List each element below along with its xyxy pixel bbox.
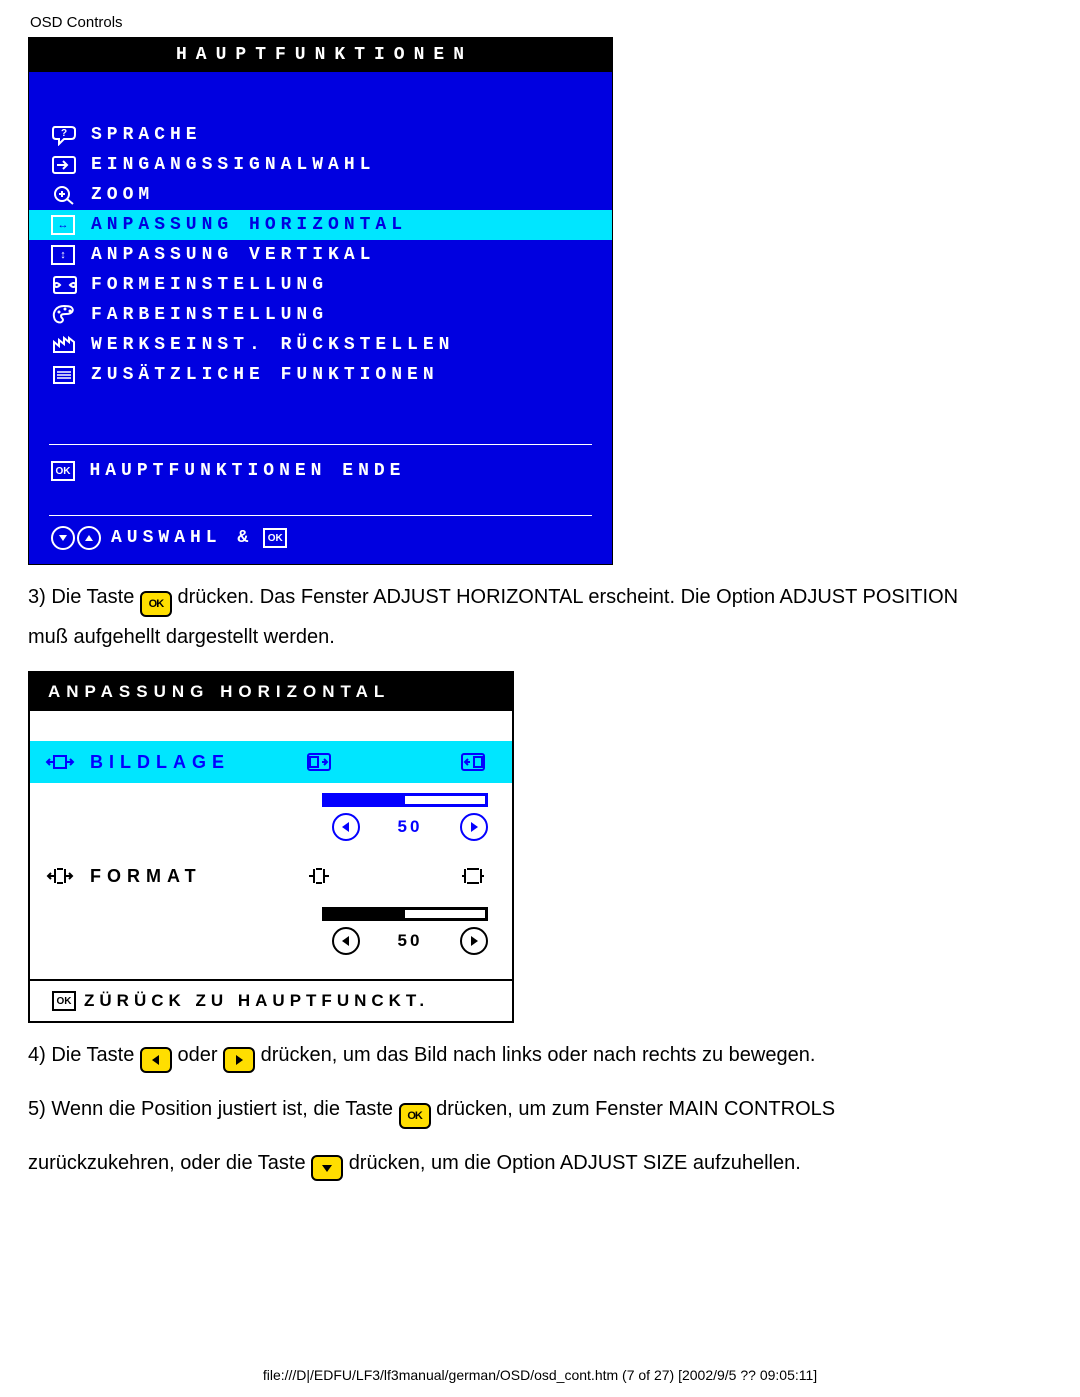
adj-format-label: FORMAT xyxy=(90,855,306,897)
osd-item-label: ANPASSUNG HORIZONTAL xyxy=(91,215,407,235)
step4-pre: 4) Die Taste xyxy=(28,1044,140,1066)
ok-icon: OK xyxy=(44,991,84,1011)
right-button-icon xyxy=(223,1047,255,1073)
osd-item-extra[interactable]: ZUSÄTZLICHE FUNKTIONEN xyxy=(29,360,612,390)
page-header: OSD Controls xyxy=(30,14,1060,31)
osd-item-vertical[interactable]: ↕ ANPASSUNG VERTIKAL xyxy=(29,240,612,270)
left-button-icon xyxy=(140,1047,172,1073)
left-arrow-button[interactable] xyxy=(332,813,360,841)
osd-footer-label: AUSWAHL & xyxy=(111,528,253,548)
osd-item-sprache[interactable]: ? SPRACHE xyxy=(29,120,612,150)
osd-item-label: ZUSÄTZLICHE FUNKTIONEN xyxy=(91,365,439,385)
step4-mid: oder xyxy=(177,1044,223,1066)
position-value: 50 xyxy=(360,817,460,837)
osd-item-shape[interactable]: FORMEINSTELLUNG xyxy=(29,270,612,300)
step3-pre: 3) Die Taste xyxy=(28,586,140,608)
vert-adjust-icon: ↕ xyxy=(51,245,91,265)
footer-path: file:///D|/EDFU/LF3/lf3manual/german/OSD… xyxy=(0,1367,1080,1383)
format-icon xyxy=(30,855,90,897)
right-arrow-button[interactable] xyxy=(460,813,488,841)
shape-icon xyxy=(51,275,91,295)
position-controls: 50 xyxy=(30,809,512,855)
osd-item-label: SPRACHE xyxy=(91,125,202,145)
osd-item-label: WERKSEINST. RÜCKSTELLEN xyxy=(91,335,454,355)
osd-item-horizontal[interactable]: ↔ ANPASSUNG HORIZONTAL xyxy=(29,210,612,240)
input-arrow-icon xyxy=(51,154,91,176)
adj-footer-label: ZÜRÜCK ZU HAUPTFUNCKT. xyxy=(84,991,429,1011)
osd-item-color[interactable]: FARBEINSTELLUNG xyxy=(29,300,612,330)
format-bar xyxy=(322,907,488,921)
zoom-icon xyxy=(51,184,91,206)
adj-format-row[interactable]: FORMAT xyxy=(30,855,512,897)
page: OSD Controls HAUPTFUNKTIONEN ? SPRACHE E… xyxy=(0,0,1080,1397)
ok-icon: OK xyxy=(51,461,75,481)
adjust-horizontal-panel: ANPASSUNG HORIZONTAL BILDLAGE 50 xyxy=(28,671,514,1023)
horiz-adjust-icon: ↔ xyxy=(51,215,91,235)
position-slider xyxy=(30,783,512,809)
osd-item-factory[interactable]: WERKSEINST. RÜCKSTELLEN xyxy=(29,330,612,360)
ok-icon: OK xyxy=(263,528,287,548)
osd-end-row[interactable]: OK HAUPTFUNKTIONEN ENDE xyxy=(29,445,612,499)
wide-icon xyxy=(460,865,486,887)
right-arrow-button[interactable] xyxy=(460,927,488,955)
speech-icon: ? xyxy=(51,124,91,146)
osd-item-label: FARBEINSTELLUNG xyxy=(91,305,328,325)
osd-menu-list: ? SPRACHE EINGANGSSIGNALWAHL ZOOM ↔ xyxy=(29,72,612,428)
osd-footer: AUSWAHL & OK xyxy=(29,516,612,564)
factory-icon xyxy=(51,334,91,356)
screen-right-icon xyxy=(460,751,486,773)
step4-post: drücken, um das Bild nach links oder nac… xyxy=(261,1044,816,1066)
format-indicators xyxy=(306,855,512,897)
step4-text: 4) Die Taste oder drücken, um das Bild n… xyxy=(28,1035,988,1075)
position-indicators xyxy=(306,741,512,783)
osd-end-label: HAUPTFUNKTIONEN ENDE xyxy=(89,461,405,481)
osd-item-label: FORMEINSTELLUNG xyxy=(91,275,328,295)
left-arrow-button[interactable] xyxy=(332,927,360,955)
step5-text: 5) Wenn die Position justiert ist, die T… xyxy=(28,1089,988,1129)
palette-icon xyxy=(51,304,91,326)
osd-item-zoom[interactable]: ZOOM xyxy=(29,180,612,210)
down-button-icon xyxy=(311,1155,343,1181)
osd-item-label: EINGANGSSIGNALWAHL xyxy=(91,155,375,175)
format-value: 50 xyxy=(360,931,460,951)
position-bar xyxy=(322,793,488,807)
step5-l1-pre: 5) Wenn die Position justiert ist, die T… xyxy=(28,1098,399,1120)
osd-title: HAUPTFUNKTIONEN xyxy=(29,38,612,72)
ok-button-icon: OK xyxy=(399,1103,431,1129)
format-controls: 50 xyxy=(30,923,512,969)
format-slider xyxy=(30,897,512,923)
screen-left-icon xyxy=(306,751,332,773)
osd-item-label: ZOOM xyxy=(91,185,154,205)
step5-l1-post: drücken, um zum Fenster MAIN CONTROLS xyxy=(436,1098,835,1120)
up-down-icon xyxy=(51,526,101,550)
svg-text:?: ? xyxy=(61,128,67,139)
adj-position-row[interactable]: BILDLAGE xyxy=(30,741,512,783)
adj-footer-row[interactable]: OK ZÜRÜCK ZU HAUPTFUNCKT. xyxy=(30,981,512,1021)
narrow-icon xyxy=(306,865,332,887)
step5-l2-pre: zurückzukehren, oder die Taste xyxy=(28,1152,311,1174)
position-icon xyxy=(30,741,90,783)
osd-item-label: ANPASSUNG VERTIKAL xyxy=(91,245,375,265)
osd-main-panel: HAUPTFUNKTIONEN ? SPRACHE EINGANGSSIGNAL… xyxy=(28,37,613,565)
adj-title: ANPASSUNG HORIZONTAL xyxy=(30,673,512,711)
osd-item-input[interactable]: EINGANGSSIGNALWAHL xyxy=(29,150,612,180)
adj-position-label: BILDLAGE xyxy=(90,741,306,783)
step3-text: 3) Die Taste OK drücken. Das Fenster ADJ… xyxy=(28,577,988,657)
step5-l2-post: drücken, um die Option ADJUST SIZE aufzu… xyxy=(349,1152,801,1174)
list-icon xyxy=(51,364,91,386)
step5-line2: zurückzukehren, oder die Taste drücken, … xyxy=(28,1143,988,1183)
ok-button-icon: OK xyxy=(140,591,172,617)
